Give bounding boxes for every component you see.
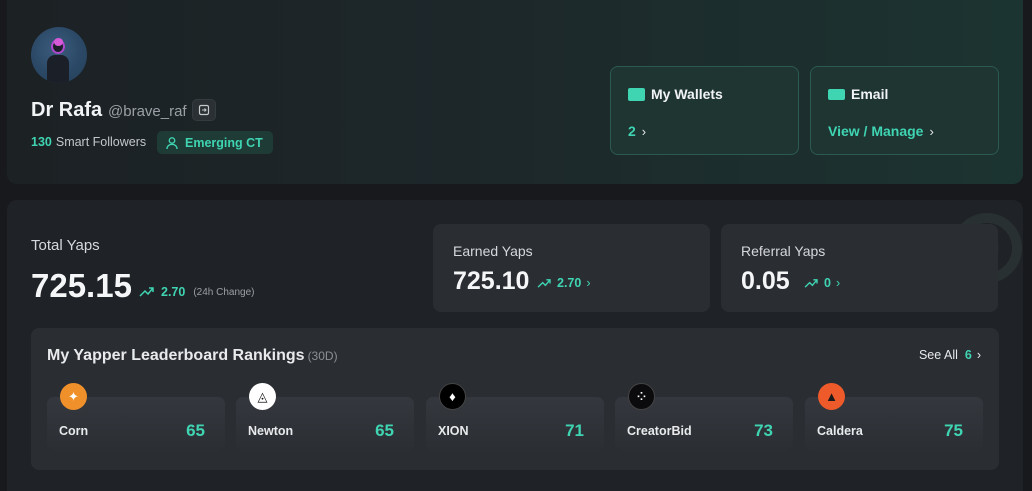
caldera-icon: ▲ [818, 383, 845, 410]
see-all-label: See All [918, 348, 958, 362]
status-badge: Emerging CT [157, 131, 273, 154]
see-all-count: 6 [964, 348, 972, 362]
leaderboard-title: My Yapper Leaderboard Rankings (30D) [47, 347, 338, 364]
change-note: (24h Change) [193, 286, 255, 298]
leaderboard-item-xion[interactable]: ♦ XION 71 [426, 383, 604, 451]
leaderboard-period: (30D) [307, 349, 338, 363]
project-name: Newton [248, 424, 294, 438]
total-change-value: 2.70 [161, 285, 186, 299]
project-name: Corn [59, 424, 89, 438]
user-icon [166, 136, 178, 149]
badge-label: Emerging CT [185, 135, 263, 150]
followers-count: 130 [31, 135, 52, 149]
leaderboard-item-corn[interactable]: ✦ Corn 65 [47, 383, 225, 451]
project-rank: 75 [944, 421, 963, 440]
wallet-icon [628, 87, 645, 101]
total-yaps-value: 725.15 [31, 267, 132, 304]
email-card[interactable]: Email View / Manage › [810, 66, 999, 155]
trend-up-icon [139, 287, 154, 297]
newton-icon: ◬ [249, 383, 276, 410]
project-rank: 73 [754, 421, 773, 440]
total-yaps-change: 2.70 (24h Change) [139, 285, 255, 299]
email-manage-label: View / Manage [828, 123, 924, 139]
earned-yaps-change: 2.70 › [537, 276, 591, 290]
exit-icon [198, 104, 210, 116]
leaderboard-item-caldera[interactable]: ▲ Caldera 75 [805, 383, 983, 451]
referral-yaps-card[interactable]: Referral Yaps 0.05 0 › [721, 224, 998, 312]
project-rank: 65 [375, 421, 394, 440]
referral-yaps-value: 0.05 [741, 267, 790, 295]
leaderboard-panel: My Yapper Leaderboard Rankings (30D) See … [31, 328, 999, 470]
project-name: Caldera [817, 424, 863, 438]
project-rank: 65 [186, 421, 205, 440]
project-name: XION [438, 424, 469, 438]
leaderboard-item-creatorbid[interactable]: ⁘ CreatorBid 73 [615, 383, 793, 451]
trend-up-icon [804, 278, 818, 288]
my-wallets-card[interactable]: My Wallets 2 › [610, 66, 799, 155]
corn-icon: ✦ [60, 383, 87, 410]
wallets-title: My Wallets [651, 86, 723, 102]
project-rank: 71 [565, 421, 584, 440]
profile-card: Dr Rafa @brave_raf 130 Smart Followers Em… [7, 0, 1023, 184]
project-name: CreatorBid [627, 424, 692, 438]
earned-yaps-card[interactable]: Earned Yaps 725.10 2.70 › [433, 224, 710, 312]
profile-name: Dr Rafa [31, 99, 103, 121]
earned-yaps-value: 725.10 [453, 267, 530, 295]
wallets-link[interactable]: 2 › [628, 123, 646, 139]
smart-followers: 130 Smart Followers [31, 135, 146, 149]
email-title: Email [851, 86, 889, 102]
leaderboard-item-newton[interactable]: ◬ Newton 65 [236, 383, 414, 451]
profile-handle: @brave_raf [108, 103, 187, 120]
trend-up-icon [537, 278, 551, 288]
referral-change-value: 0 [824, 276, 831, 290]
avatar[interactable] [31, 27, 87, 83]
creatorbid-icon: ⁘ [628, 383, 655, 410]
referral-yaps-change: 0 › [804, 276, 840, 290]
copy-handle-button[interactable] [192, 99, 216, 121]
chevron-right-icon[interactable]: › [586, 276, 590, 290]
wallets-count: 2 [628, 123, 636, 139]
see-all-button[interactable]: See All 6 › [919, 348, 981, 362]
chevron-right-icon: › [929, 123, 934, 139]
chevron-right-icon: › [641, 123, 647, 139]
xion-icon: ♦ [439, 383, 466, 410]
followers-label: Smart Followers [55, 135, 147, 149]
chevron-right-icon[interactable]: › [836, 276, 840, 290]
referral-yaps-label: Referral Yaps [741, 243, 826, 259]
chevron-right-icon: › [976, 348, 981, 362]
earned-yaps-label: Earned Yaps [453, 243, 533, 259]
email-manage-link[interactable]: View / Manage › [828, 123, 934, 139]
total-yaps-label: Total Yaps [31, 237, 100, 254]
earned-change-value: 2.70 [557, 276, 582, 290]
mail-icon [828, 88, 845, 100]
